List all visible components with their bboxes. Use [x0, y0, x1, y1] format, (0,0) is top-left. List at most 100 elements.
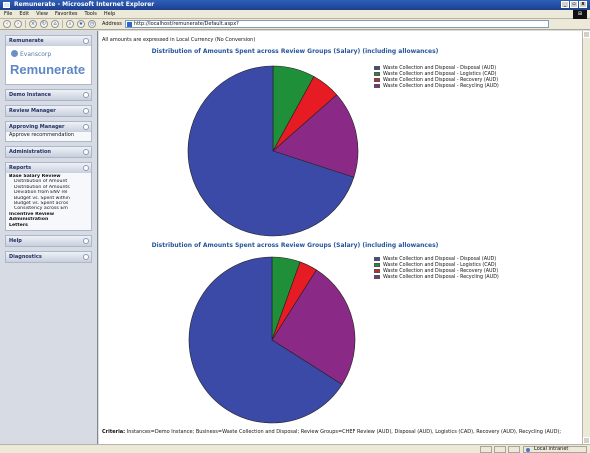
- legend-swatch: [374, 275, 380, 279]
- status-cells: [480, 446, 520, 453]
- sidebar-header-remunerate[interactable]: Remunerate: [6, 36, 91, 46]
- chevron-icon[interactable]: [83, 124, 89, 130]
- currency-note: All amounts are expressed in Local Curre…: [102, 37, 256, 43]
- chevron-icon[interactable]: [83, 38, 89, 44]
- windows-logo-icon: ⊞: [573, 10, 587, 19]
- chevron-icon[interactable]: [83, 238, 89, 245]
- sidebar-header-help[interactable]: Help: [6, 236, 91, 247]
- legend-item: Waste Collection and Disposal - Recyclin…: [374, 274, 514, 280]
- menu-view[interactable]: View: [36, 11, 48, 17]
- vertical-scrollbar[interactable]: [582, 31, 590, 444]
- sidebar-section-remunerate: Remunerate Evanscorp Remunerate: [5, 35, 92, 85]
- tree-item-letters[interactable]: Letters: [9, 223, 89, 228]
- pie-chart-2: [188, 256, 356, 424]
- legend-item: Waste Collection and Disposal - Recovery…: [374, 268, 514, 274]
- home-icon[interactable]: ⌂: [51, 20, 59, 28]
- legend-item: Waste Collection and Disposal - Disposal…: [374, 256, 514, 262]
- sidebar-header-demo-instance[interactable]: Demo Instance: [6, 90, 91, 100]
- address-input[interactable]: http://localhost/remunerate/Default.aspx…: [124, 20, 549, 28]
- security-zone-label: Local intranet: [534, 446, 569, 452]
- sidebar-header-administration[interactable]: Administration: [6, 147, 91, 157]
- maximize-button[interactable]: ▫: [570, 1, 578, 8]
- legend-item: Waste Collection and Disposal - Logistic…: [374, 262, 514, 268]
- window-title: Remunerate - Microsoft Internet Explorer: [14, 1, 155, 8]
- brand-logo: Evanscorp Remunerate: [6, 46, 91, 84]
- menu-file[interactable]: File: [4, 11, 12, 17]
- legend-label: Waste Collection and Disposal - Recovery…: [383, 77, 499, 83]
- history-icon[interactable]: ◷: [88, 20, 96, 28]
- sidebar-header-approving-manager[interactable]: Approving Manager: [6, 122, 91, 132]
- menu-tools[interactable]: Tools: [85, 11, 97, 17]
- close-button[interactable]: x: [579, 1, 587, 8]
- legend-swatch: [374, 84, 380, 88]
- brand-product-name: Remunerate: [10, 62, 86, 77]
- menu-bar: File Edit View Favorites Tools Help: [0, 10, 590, 19]
- toolbar-separator: [25, 20, 26, 28]
- forward-icon[interactable]: ›: [14, 20, 22, 28]
- chart-1-legend: Waste Collection and Disposal - Disposal…: [374, 65, 514, 89]
- status-bar: Local intranet: [0, 444, 590, 453]
- criteria-label: Criteria:: [102, 429, 126, 435]
- legend-label: Waste Collection and Disposal - Recovery…: [383, 268, 499, 274]
- sidebar-section-diagnostics: Diagnostics: [5, 251, 92, 264]
- sidebar-item-approve-recommendation[interactable]: Approve recommendation: [6, 132, 91, 141]
- globe-icon: [526, 448, 530, 452]
- legend-swatch: [374, 257, 380, 261]
- toolbar-separator: [62, 20, 63, 28]
- sidebar-header-label: Diagnostics: [9, 254, 42, 261]
- legend-item: Waste Collection and Disposal - Logistic…: [374, 71, 514, 77]
- refresh-icon[interactable]: ↻: [40, 20, 48, 28]
- window-controls: _ ▫ x: [561, 1, 587, 8]
- chevron-icon[interactable]: [83, 92, 89, 98]
- legend-swatch: [374, 78, 380, 82]
- scroll-up-icon[interactable]: [583, 31, 590, 38]
- sidebar-section-review-manager: Review Manager: [5, 105, 92, 117]
- legend-label: Waste Collection and Disposal - Disposal…: [383, 256, 497, 262]
- sidebar-header-label: Remunerate: [9, 38, 44, 44]
- sidebar-section-administration: Administration: [5, 146, 92, 158]
- menu-help[interactable]: Help: [104, 11, 115, 17]
- search-icon[interactable]: ⌕: [66, 20, 74, 28]
- legend-swatch: [374, 66, 380, 70]
- reports-tree: Base Salary Review Distribution of Amoun…: [6, 173, 91, 230]
- menu-favorites[interactable]: Favorites: [55, 11, 78, 17]
- sidebar: Remunerate Evanscorp Remunerate Demo Ins…: [0, 31, 98, 444]
- brand-company-name: Evanscorp: [20, 51, 52, 58]
- sidebar-section-help: Help: [5, 235, 92, 248]
- legend-item: Waste Collection and Disposal - Recyclin…: [374, 83, 514, 89]
- chevron-icon[interactable]: [83, 149, 89, 155]
- favorites-icon[interactable]: ★: [77, 20, 85, 28]
- chart-1-title: Distribution of Amounts Spent across Rev…: [151, 48, 439, 55]
- legend-swatch: [374, 263, 380, 267]
- page-icon: [126, 22, 132, 27]
- address-url: http://localhost/remunerate/Default.aspx…: [133, 21, 239, 27]
- stop-icon[interactable]: ×: [29, 20, 37, 28]
- legend-item: Waste Collection and Disposal - Recovery…: [374, 77, 514, 83]
- menu-edit[interactable]: Edit: [19, 11, 29, 17]
- sidebar-header-label: Reports: [9, 165, 32, 171]
- sidebar-header-label: Review Manager: [9, 108, 56, 114]
- legend-label: Waste Collection and Disposal - Recyclin…: [383, 83, 499, 89]
- sidebar-header-review-manager[interactable]: Review Manager: [6, 106, 91, 116]
- sidebar-header-reports[interactable]: Reports: [6, 163, 91, 173]
- criteria-value: Instances=Demo Instance; Business=Waste …: [126, 429, 562, 435]
- sidebar-header-label: Help: [9, 238, 22, 245]
- chevron-icon[interactable]: [83, 108, 89, 114]
- sidebar-header-label: Demo Instance: [9, 92, 52, 98]
- chevron-icon[interactable]: [83, 254, 89, 261]
- sidebar-header-label: Approving Manager: [9, 124, 65, 130]
- ie-app-icon: [3, 2, 10, 8]
- sidebar-header-label: Administration: [9, 149, 51, 155]
- back-icon[interactable]: ‹: [3, 20, 11, 28]
- legend-swatch: [374, 269, 380, 273]
- browser-toolbar: ‹ › × ↻ ⌂ ⌕ ★ ◷ Address http://localhost…: [0, 19, 590, 30]
- chevron-icon[interactable]: [83, 165, 89, 171]
- legend-label: Waste Collection and Disposal - Logistic…: [383, 71, 497, 77]
- legend-label: Waste Collection and Disposal - Logistic…: [383, 262, 497, 268]
- criteria-text: Criteria: Instances=Demo Instance; Busin…: [102, 429, 572, 435]
- sidebar-header-diagnostics[interactable]: Diagnostics: [6, 252, 91, 263]
- scroll-down-icon[interactable]: [583, 437, 590, 444]
- sidebar-section-demo-instance: Demo Instance: [5, 89, 92, 101]
- window-titlebar: Remunerate - Microsoft Internet Explorer…: [0, 0, 590, 10]
- minimize-button[interactable]: _: [561, 1, 569, 8]
